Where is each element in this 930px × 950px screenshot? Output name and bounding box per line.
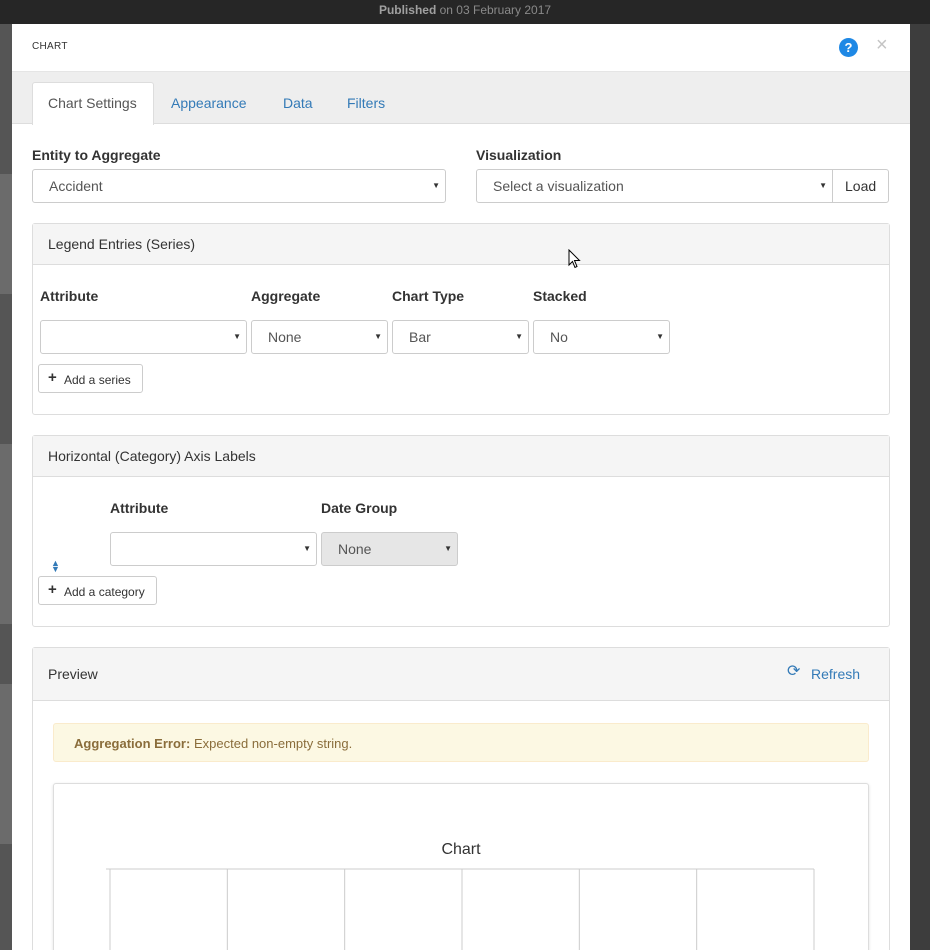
chevron-down-icon: ▼ xyxy=(819,181,827,190)
chart-plot-area xyxy=(106,868,815,950)
chevron-down-icon: ▼ xyxy=(303,544,311,553)
preview-panel: Preview ⟳ Refresh Aggregation Error: Exp… xyxy=(32,647,890,950)
plus-icon: + xyxy=(48,581,57,598)
chevron-down-icon: ▼ xyxy=(656,332,664,341)
series-attribute-header: Attribute xyxy=(40,288,99,304)
chevron-down-icon: ▼ xyxy=(515,332,523,341)
tab-bar: Chart Settings Appearance Data Filters xyxy=(12,72,910,125)
entity-select[interactable]: Accident ▼ xyxy=(32,169,446,203)
category-panel: Horizontal (Category) Axis Labels Attrib… xyxy=(32,435,890,627)
series-panel-header: Legend Entries (Series) xyxy=(33,224,889,265)
refresh-icon[interactable]: ⟳ xyxy=(787,664,800,680)
preview-panel-header: Preview ⟳ Refresh xyxy=(33,648,889,701)
preview-panel-title: Preview xyxy=(48,666,98,682)
mouse-cursor-icon xyxy=(568,249,581,269)
chevron-down-icon: ▼ xyxy=(233,332,241,341)
chart-preview: Chart xyxy=(53,783,869,950)
category-attribute-select[interactable]: ▼ xyxy=(110,532,317,566)
category-date-group-select: None ▼ xyxy=(321,532,458,566)
series-stacked-select[interactable]: No ▼ xyxy=(533,320,670,354)
aggregation-error-alert: Aggregation Error: Expected non-empty st… xyxy=(53,723,869,762)
category-panel-title: Horizontal (Category) Axis Labels xyxy=(48,448,256,464)
tab-appearance[interactable]: Appearance xyxy=(171,95,247,111)
series-aggregate-select[interactable]: None ▼ xyxy=(251,320,388,354)
modal-header: CHART ? × xyxy=(12,24,910,72)
chart-modal: CHART ? × Chart Settings Appearance Data… xyxy=(12,24,910,950)
visualization-label: Visualization xyxy=(476,147,562,163)
chevron-down-icon: ▼ xyxy=(444,544,452,553)
tab-filters[interactable]: Filters xyxy=(347,95,385,111)
category-date-group-header: Date Group xyxy=(321,500,398,516)
alert-message: Expected non-empty string. xyxy=(194,736,353,751)
tab-chart-settings[interactable]: Chart Settings xyxy=(32,82,154,125)
close-icon[interactable]: × xyxy=(876,35,888,55)
series-attribute-select[interactable]: ▼ xyxy=(40,320,247,354)
background-page-right xyxy=(910,24,930,950)
sort-handle-icon[interactable]: ▲ ▼ xyxy=(51,559,60,574)
add-series-button[interactable]: + Add a series xyxy=(38,364,143,393)
series-panel-title: Legend Entries (Series) xyxy=(48,236,196,252)
modal-title: CHART xyxy=(32,41,68,52)
refresh-button[interactable]: Refresh xyxy=(811,666,860,682)
series-chart-type-header: Chart Type xyxy=(392,288,465,304)
series-panel: Legend Entries (Series) Attribute Aggreg… xyxy=(32,223,890,415)
chevron-down-icon: ▼ xyxy=(432,181,440,190)
background-page-left xyxy=(0,24,12,950)
alert-title: Aggregation Error: xyxy=(74,736,191,751)
plus-icon: + xyxy=(48,369,57,386)
help-icon[interactable]: ? xyxy=(839,38,858,57)
series-chart-type-select[interactable]: Bar ▼ xyxy=(392,320,529,354)
category-panel-header: Horizontal (Category) Axis Labels xyxy=(33,436,889,477)
visualization-select[interactable]: Select a visualization ▼ xyxy=(476,169,833,203)
series-stacked-header: Stacked xyxy=(533,288,587,304)
published-status: Published on 03 February 2017 xyxy=(378,3,552,17)
tab-data[interactable]: Data xyxy=(283,95,313,111)
add-category-button[interactable]: + Add a category xyxy=(38,576,157,605)
chevron-down-icon: ▼ xyxy=(374,332,382,341)
entity-label: Entity to Aggregate xyxy=(32,147,161,163)
series-aggregate-header: Aggregate xyxy=(251,288,321,304)
category-attribute-header: Attribute xyxy=(110,500,169,516)
load-button[interactable]: Load xyxy=(832,169,889,203)
